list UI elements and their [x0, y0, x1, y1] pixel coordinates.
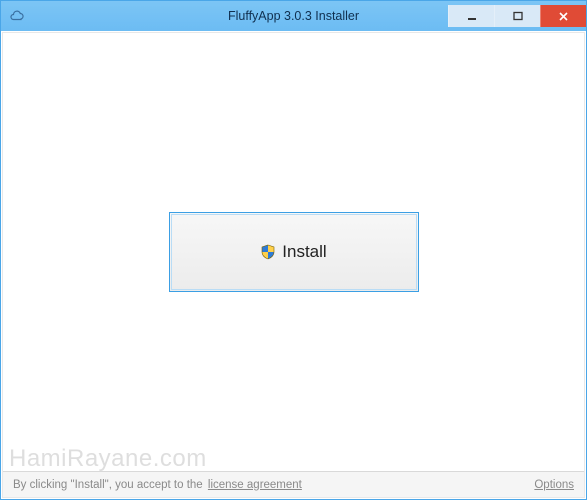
- content-area: Install: [3, 33, 584, 471]
- options-link[interactable]: Options: [534, 479, 574, 491]
- close-icon: [558, 11, 569, 22]
- minimize-button[interactable]: [448, 5, 494, 27]
- install-button[interactable]: Install: [169, 212, 419, 292]
- window-controls: [448, 5, 586, 27]
- agreement-text: By clicking "Install", you accept to the: [13, 479, 206, 491]
- close-button[interactable]: [540, 5, 586, 27]
- client-area: Install HamiRayane.com By clicking "Inst…: [2, 32, 585, 498]
- titlebar[interactable]: FluffyApp 3.0.3 Installer: [1, 1, 586, 31]
- installer-window: FluffyApp 3.0.3 Installer: [0, 0, 587, 500]
- footer-bar: By clicking "Install", you accept to the…: [3, 471, 584, 497]
- license-agreement-link[interactable]: license agreement: [208, 479, 302, 491]
- install-button-label: Install: [282, 242, 326, 262]
- maximize-button[interactable]: [494, 5, 540, 27]
- minimize-icon: [467, 11, 477, 21]
- maximize-icon: [513, 11, 523, 21]
- uac-shield-icon: [260, 244, 276, 260]
- cloud-icon: [9, 8, 25, 24]
